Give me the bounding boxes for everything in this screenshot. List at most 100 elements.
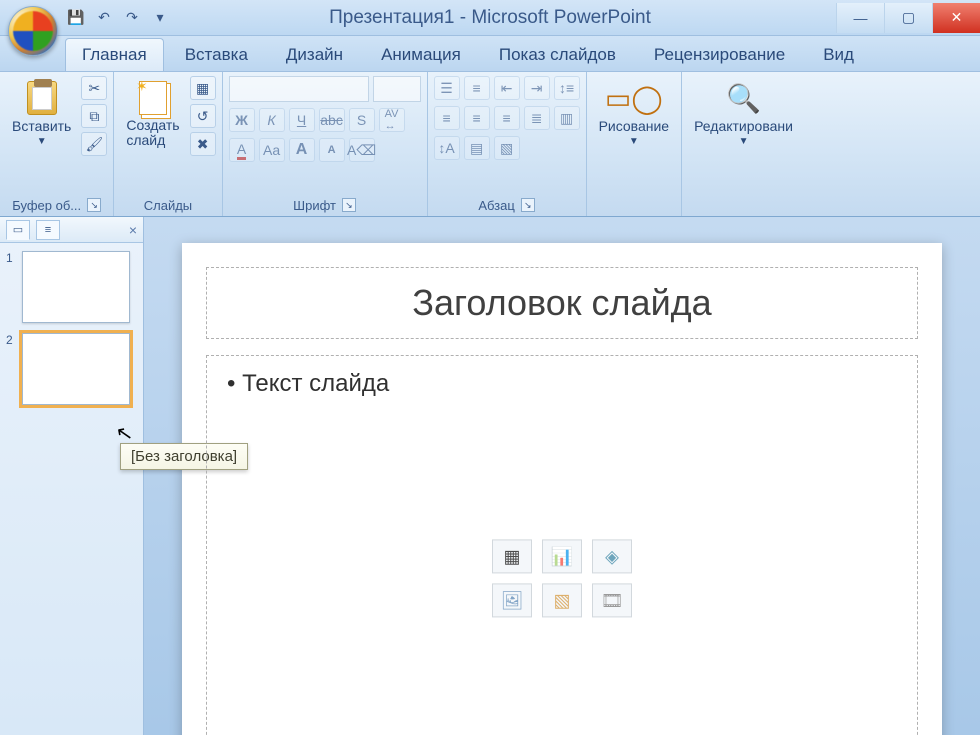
slide-canvas[interactable]: Заголовок слайда Текст слайда ▦ 📊 ◈ 🖼 ▧ …: [182, 243, 942, 735]
new-slide-label: Создать слайд: [126, 118, 179, 149]
reset-button[interactable]: ↺: [190, 104, 216, 128]
drawing-label: Рисование: [599, 118, 670, 134]
font-color-button[interactable]: A: [229, 138, 255, 162]
tab-insert[interactable]: Вставка: [168, 38, 265, 71]
office-button[interactable]: [8, 6, 58, 56]
thumb-preview: [22, 251, 130, 323]
numbering-button[interactable]: ≡: [464, 76, 490, 100]
clear-formatting-button[interactable]: A⌫: [349, 138, 375, 162]
italic-button[interactable]: К: [259, 108, 285, 132]
increase-indent-button[interactable]: ⇥: [524, 76, 550, 100]
thumbnail-panel: ▭ ≡ × 1 2 ↖ [Без заголовка]: [0, 217, 144, 735]
convert-smartart-button[interactable]: ▧: [494, 136, 520, 160]
editing-label: Редактировани: [694, 118, 793, 134]
shadow-button[interactable]: S: [349, 108, 375, 132]
undo-icon[interactable]: ↶: [93, 7, 115, 29]
titlebar: 💾 ↶ ↷ ▾ Презентация1 - Microsoft PowerPo…: [0, 0, 980, 36]
tab-animation[interactable]: Анимация: [364, 38, 478, 71]
decrease-indent-button[interactable]: ⇤: [494, 76, 520, 100]
group-slides: Создать слайд ▦ ↺ ✖ Слайды: [114, 72, 222, 216]
group-font: Ж К Ч abc S AV↔ A Aa A A A⌫ Шрифт ↘: [223, 72, 428, 216]
window-title: Презентация1 - Microsoft PowerPoint: [329, 7, 651, 29]
delete-slide-button[interactable]: ✖: [190, 132, 216, 156]
tab-home[interactable]: Главная: [65, 38, 164, 71]
clipboard-dialog-launcher[interactable]: ↘: [87, 198, 101, 212]
insert-chart-icon[interactable]: 📊: [542, 539, 582, 573]
line-spacing-button[interactable]: ↕≡: [554, 76, 580, 100]
columns-button[interactable]: ▥: [554, 106, 580, 130]
group-clipboard: Вставить ▼ ✂ ⧉ 🖌 Буфер об... ↘: [0, 72, 114, 216]
outline-tab-icon[interactable]: ≡: [36, 220, 60, 240]
insert-clipart-icon[interactable]: ▧: [542, 583, 582, 617]
slides-tab-icon[interactable]: ▭: [6, 220, 30, 240]
slide-thumbnail-2[interactable]: 2: [6, 333, 137, 405]
bullets-button[interactable]: ☰: [434, 76, 460, 100]
tab-review[interactable]: Рецензирование: [637, 38, 802, 71]
layout-button[interactable]: ▦: [190, 76, 216, 100]
paste-label: Вставить: [12, 118, 71, 134]
new-slide-button[interactable]: Создать слайд: [120, 76, 185, 153]
underline-button[interactable]: Ч: [289, 108, 315, 132]
font-size-combo[interactable]: [373, 76, 421, 102]
group-font-label: Шрифт: [293, 198, 336, 213]
panel-tabs: ▭ ≡ ×: [0, 217, 143, 243]
justify-button[interactable]: ≣: [524, 106, 550, 130]
insert-media-icon[interactable]: 🎞: [592, 583, 632, 617]
tab-view[interactable]: Вид: [806, 38, 871, 71]
grow-font-button[interactable]: A: [289, 138, 315, 162]
format-painter-button[interactable]: 🖌: [81, 132, 107, 156]
ribbon: Вставить ▼ ✂ ⧉ 🖌 Буфер об... ↘ Создать с…: [0, 72, 980, 217]
body-placeholder-text: Текст слайда: [227, 370, 897, 398]
copy-button[interactable]: ⧉: [81, 104, 107, 128]
chevron-down-icon: ▼: [629, 136, 639, 147]
window-controls: — ▢ ✕: [836, 3, 980, 33]
tab-slideshow[interactable]: Показ слайдов: [482, 38, 633, 71]
cut-button[interactable]: ✂: [81, 76, 107, 100]
align-left-button[interactable]: ≡: [434, 106, 460, 130]
content-type-icons: ▦ 📊 ◈ 🖼 ▧ 🎞: [492, 539, 632, 617]
binoculars-icon: 🔍: [726, 80, 762, 116]
group-editing: 🔍 Редактировани ▼: [682, 72, 805, 216]
shapes-icon: ▭◯: [616, 80, 652, 116]
shrink-font-button[interactable]: A: [319, 138, 345, 162]
title-placeholder[interactable]: Заголовок слайда: [206, 267, 918, 339]
editing-button[interactable]: 🔍 Редактировани ▼: [688, 76, 799, 151]
font-dialog-launcher[interactable]: ↘: [342, 198, 356, 212]
group-drawing: ▭◯ Рисование ▼: [587, 72, 683, 216]
paste-icon: [27, 81, 57, 115]
qat-more-icon[interactable]: ▾: [149, 7, 171, 29]
tab-design[interactable]: Дизайн: [269, 38, 360, 71]
quick-access-toolbar: 💾 ↶ ↷ ▾: [65, 7, 171, 29]
thumb-number: 1: [6, 251, 16, 265]
paste-button[interactable]: Вставить ▼: [6, 76, 77, 151]
paragraph-dialog-launcher[interactable]: ↘: [521, 198, 535, 212]
bold-button[interactable]: Ж: [229, 108, 255, 132]
thumbnail-list: 1 2 ↖ [Без заголовка]: [0, 243, 143, 413]
font-family-combo[interactable]: [229, 76, 369, 102]
save-icon[interactable]: 💾: [65, 7, 87, 29]
close-panel-icon[interactable]: ×: [129, 222, 137, 238]
minimize-button[interactable]: —: [836, 3, 884, 33]
insert-picture-icon[interactable]: 🖼: [492, 583, 532, 617]
drawing-button[interactable]: ▭◯ Рисование ▼: [593, 76, 676, 151]
group-paragraph-label: Абзац: [478, 198, 514, 213]
slide-editor[interactable]: Заголовок слайда Текст слайда ▦ 📊 ◈ 🖼 ▧ …: [144, 217, 980, 735]
char-spacing-button[interactable]: AV↔: [379, 108, 405, 132]
insert-table-icon[interactable]: ▦: [492, 539, 532, 573]
content-placeholder[interactable]: Текст слайда ▦ 📊 ◈ 🖼 ▧ 🎞: [206, 355, 918, 735]
maximize-button[interactable]: ▢: [884, 3, 932, 33]
ribbon-tabstrip: Главная Вставка Дизайн Анимация Показ сл…: [0, 36, 980, 72]
workarea: ▭ ≡ × 1 2 ↖ [Без заголовка] Заголовок сл…: [0, 217, 980, 735]
strikethrough-button[interactable]: abc: [319, 108, 345, 132]
align-center-button[interactable]: ≡: [464, 106, 490, 130]
chevron-down-icon: ▼: [37, 136, 47, 147]
align-right-button[interactable]: ≡: [494, 106, 520, 130]
slide-thumbnail-1[interactable]: 1: [6, 251, 137, 323]
redo-icon[interactable]: ↷: [121, 7, 143, 29]
text-direction-button[interactable]: ↕A: [434, 136, 460, 160]
title-placeholder-text: Заголовок слайда: [412, 282, 711, 323]
insert-smartart-icon[interactable]: ◈: [592, 539, 632, 573]
change-case-button[interactable]: Aa: [259, 138, 285, 162]
align-text-button[interactable]: ▤: [464, 136, 490, 160]
close-button[interactable]: ✕: [932, 3, 980, 33]
